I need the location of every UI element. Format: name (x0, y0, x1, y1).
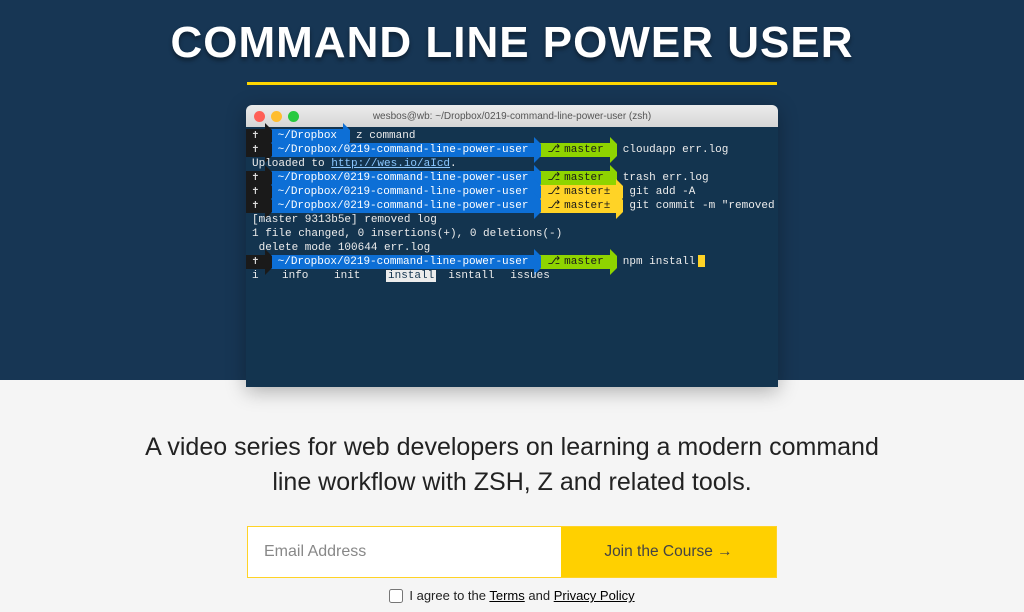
terminal-line: ✝ ~/Dropbox/0219-command-line-power-user… (246, 255, 778, 269)
terminal-output: delete mode 100644 err.log (246, 241, 778, 255)
terminal-line: ✝ ~/Dropbox/0219-command-line-power-user… (246, 199, 778, 213)
terms-link[interactable]: Terms (489, 588, 524, 603)
terminal-output: [master 9313b5e] removed log (246, 213, 778, 227)
join-button[interactable]: Join the Course → (561, 527, 776, 577)
terminal-line: ✝ ~/Dropbox z command (246, 129, 778, 143)
terminal-line: ✝ ~/Dropbox/0219-command-line-power-user… (246, 171, 778, 185)
agree-row: I agree to the Terms and Privacy Policy (0, 588, 1024, 603)
terminal-output: Uploaded to http://wes.io/aIcd. (246, 157, 778, 171)
hero-section: COMMAND LINE POWER USER wesbos@wb: ~/Dro… (0, 0, 1024, 380)
terminal-output: 1 file changed, 0 insertions(+), 0 delet… (246, 227, 778, 241)
window-title: wesbos@wb: ~/Dropbox/0219-command-line-p… (246, 111, 778, 122)
terminal-completion: i info init install isntall issues (246, 269, 778, 283)
title-underline (247, 82, 777, 85)
terminal-body: ✝ ~/Dropbox z command ✝ ~/Dropbox/0219-c… (246, 127, 778, 387)
email-input[interactable] (248, 527, 561, 577)
terminal-window: wesbos@wb: ~/Dropbox/0219-command-line-p… (246, 105, 778, 387)
agree-checkbox[interactable] (389, 589, 403, 603)
content-section: A video series for web developers on lea… (0, 380, 1024, 603)
page-title: COMMAND LINE POWER USER (0, 0, 1024, 68)
agree-text: I agree to the Terms and Privacy Policy (409, 588, 634, 603)
window-titlebar: wesbos@wb: ~/Dropbox/0219-command-line-p… (246, 105, 778, 127)
terminal-line: ✝ ~/Dropbox/0219-command-line-power-user… (246, 185, 778, 199)
terminal-line: ✝ ~/Dropbox/0219-command-line-power-user… (246, 143, 778, 157)
cursor-icon (698, 255, 705, 267)
course-description: A video series for web developers on lea… (132, 430, 892, 500)
signup-form: Join the Course → (247, 526, 777, 578)
privacy-link[interactable]: Privacy Policy (554, 588, 635, 603)
